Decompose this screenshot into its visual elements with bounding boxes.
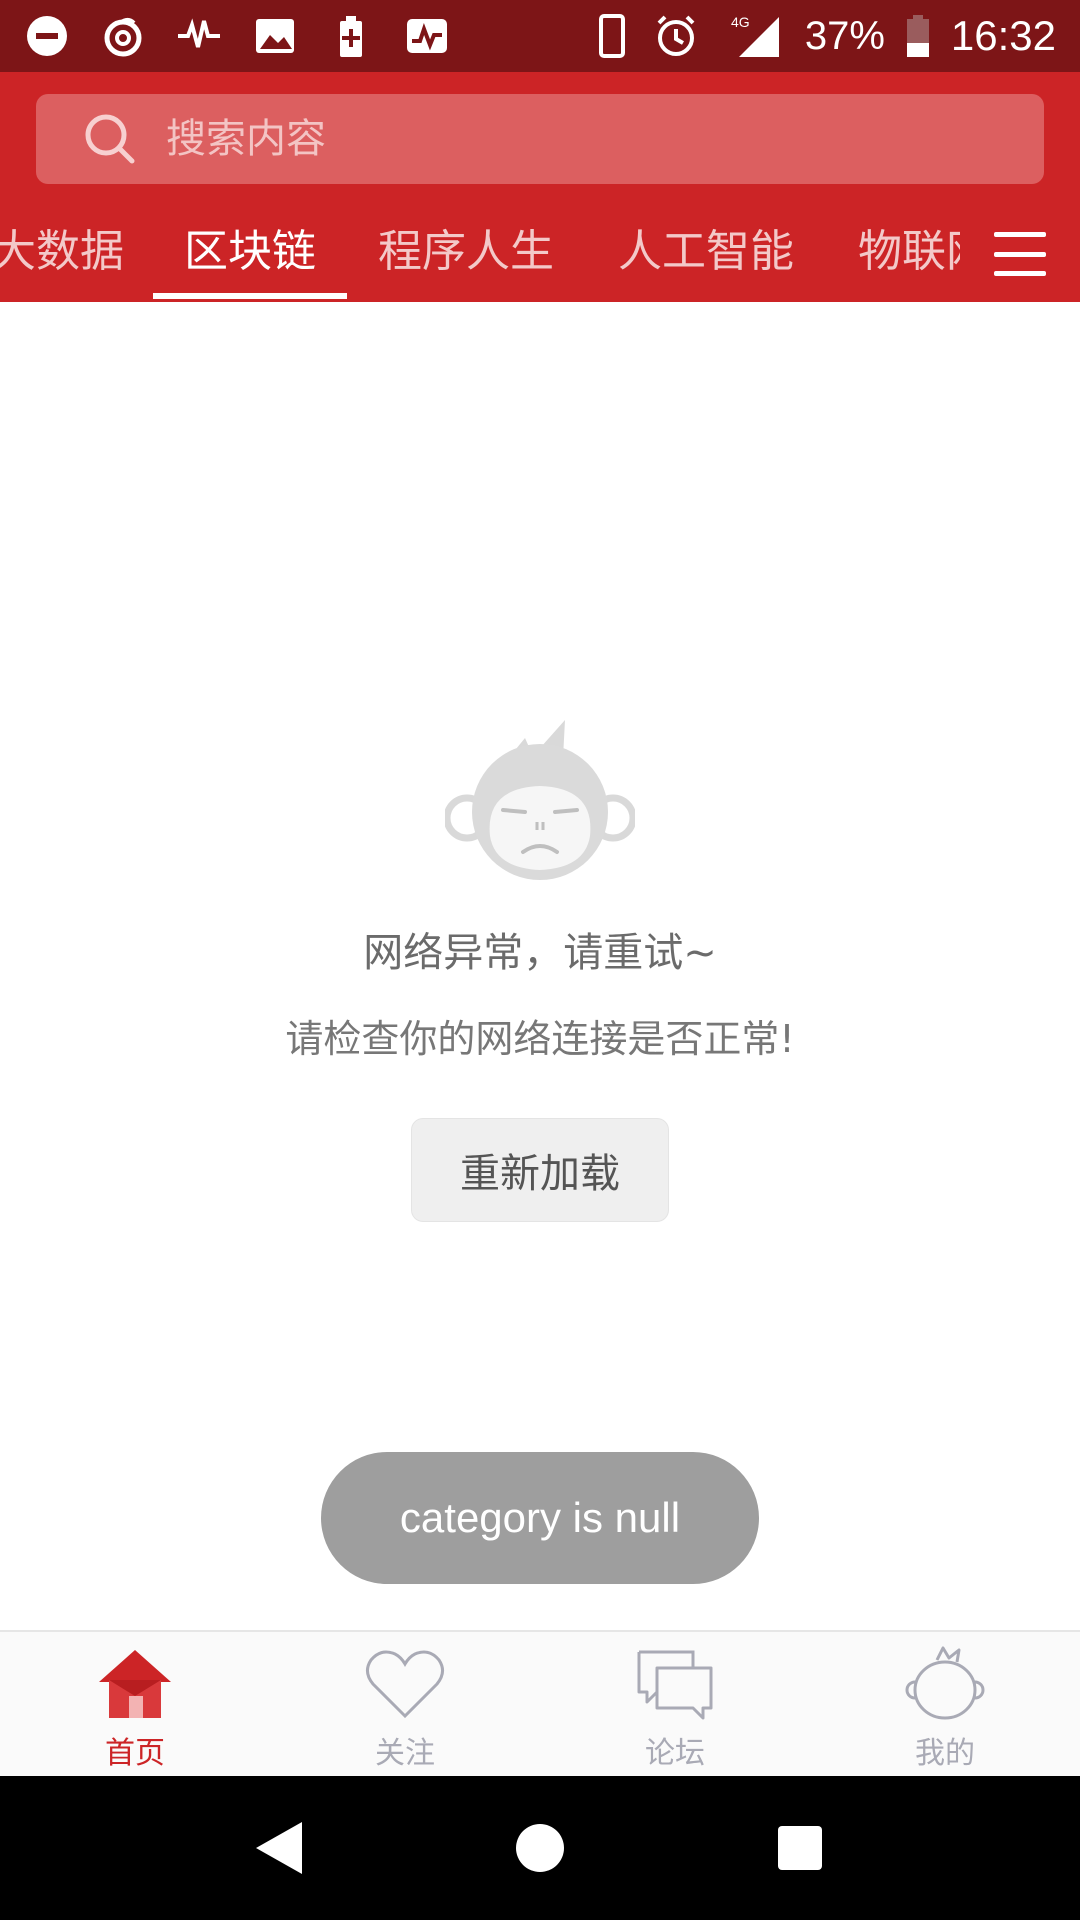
nav-label-mine: 我的 bbox=[915, 1736, 975, 1771]
search-input[interactable] bbox=[166, 116, 966, 162]
search-icon bbox=[85, 114, 135, 164]
svg-text:4G: 4G bbox=[731, 14, 750, 30]
heart-icon bbox=[366, 1650, 444, 1719]
clock: 16:32 bbox=[950, 12, 1056, 59]
image-icon bbox=[252, 13, 298, 59]
nav-item-forum[interactable]: 论坛 bbox=[540, 1632, 810, 1776]
tab-ai[interactable]: 人工智能 bbox=[618, 202, 794, 302]
system-navigation-bar bbox=[0, 1776, 1080, 1920]
monkey-face-icon bbox=[905, 1646, 985, 1720]
sad-monkey-icon bbox=[445, 720, 635, 880]
category-tabs: 大数据 区块链 程序人生 人工智能 物联网 bbox=[0, 202, 960, 302]
signal-4g-icon: 4G bbox=[717, 13, 787, 59]
battery-icon bbox=[903, 13, 933, 59]
app-header: 大数据 区块链 程序人生 人工智能 物联网 bbox=[0, 72, 1080, 302]
nav-label-home: 首页 bbox=[105, 1736, 165, 1771]
netease-music-icon bbox=[100, 13, 146, 59]
nav-label-follow: 关注 bbox=[375, 1736, 435, 1771]
nav-item-mine[interactable]: 我的 bbox=[810, 1632, 1080, 1776]
nav-label-forum: 论坛 bbox=[645, 1736, 705, 1771]
toast-message: category is null bbox=[321, 1452, 759, 1584]
nav-item-follow[interactable]: 关注 bbox=[270, 1632, 540, 1776]
back-icon[interactable] bbox=[250, 1818, 310, 1878]
home-icon bbox=[99, 1650, 171, 1718]
bottom-navigation: 首页 关注 论坛 我的 bbox=[0, 1630, 1080, 1776]
tab-programmer-life[interactable]: 程序人生 bbox=[378, 202, 554, 302]
status-bar: 4G 37% 16:32 bbox=[0, 0, 1080, 72]
search-bar[interactable] bbox=[36, 94, 1044, 184]
menu-icon[interactable] bbox=[994, 232, 1046, 276]
phone-icon bbox=[589, 13, 635, 59]
audio-wave-icon bbox=[176, 13, 222, 59]
error-title: 网络异常，请重试~ bbox=[363, 930, 717, 976]
alarm-icon bbox=[653, 13, 699, 59]
tab-big-data[interactable]: 大数据 bbox=[0, 202, 124, 302]
do-not-disturb-icon bbox=[24, 13, 70, 59]
home-circle-icon[interactable] bbox=[510, 1818, 570, 1878]
nav-item-home[interactable]: 首页 bbox=[0, 1632, 270, 1776]
chat-icon bbox=[637, 1650, 713, 1720]
battery-saver-icon bbox=[328, 13, 374, 59]
tab-iot[interactable]: 物联网 bbox=[858, 202, 960, 302]
tab-blockchain[interactable]: 区块链 bbox=[153, 202, 347, 302]
battery-percent: 37% bbox=[804, 13, 885, 58]
recents-icon[interactable] bbox=[770, 1818, 830, 1878]
error-subtitle: 请检查你的网络连接是否正常! bbox=[285, 1017, 795, 1061]
activity-monitor-icon bbox=[404, 13, 450, 59]
reload-button[interactable]: 重新加载 bbox=[411, 1118, 669, 1222]
active-tab-indicator bbox=[153, 293, 347, 299]
